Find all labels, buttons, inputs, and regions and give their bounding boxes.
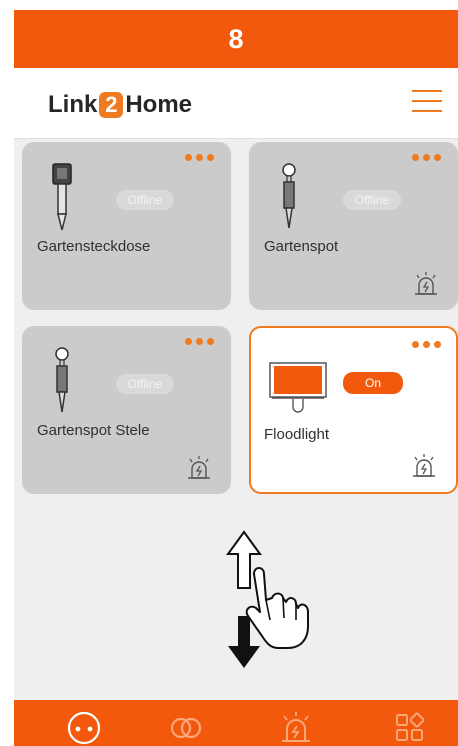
logo-two-badge: 2	[99, 92, 124, 118]
devices-icon[interactable]	[64, 708, 104, 746]
status-badge: Offline	[343, 190, 401, 210]
status-badge[interactable]: On	[343, 372, 403, 394]
device-name: Gartensteckdose	[37, 238, 151, 255]
logo-home-text: Home	[125, 91, 193, 118]
step-number-banner: 8	[14, 10, 458, 68]
bottom-navigation	[14, 700, 458, 746]
link2home-logo: Link 2 Home	[48, 88, 192, 122]
more-options-icon[interactable]	[185, 338, 215, 346]
device-name: Floodlight	[264, 426, 330, 443]
alarm-icon[interactable]	[410, 452, 438, 480]
garden-spot-icon	[282, 163, 296, 229]
device-card-gartenspot[interactable]: Offline Gartenspot	[249, 142, 458, 310]
link-rings-icon[interactable]	[166, 708, 206, 746]
apps-grid-icon[interactable]	[390, 708, 430, 746]
more-options-icon[interactable]	[412, 154, 442, 162]
floodlight-icon	[269, 362, 327, 413]
garden-spot-pole-icon	[55, 347, 69, 413]
device-name: Gartenspot	[264, 238, 339, 255]
phone-screen: 8 Link 2 Home Offline Gartensteckdose Of…	[14, 10, 458, 746]
garden-socket-icon	[52, 163, 72, 231]
step-number: 8	[228, 24, 244, 54]
device-card-gartenspot-stele[interactable]: Offline Gartenspot Stele	[22, 326, 231, 494]
alarm-icon[interactable]	[276, 708, 316, 746]
logo-link-text: Link	[48, 91, 98, 118]
alarm-icon[interactable]	[412, 270, 440, 298]
more-options-icon[interactable]	[412, 341, 442, 349]
device-card-floodlight[interactable]: On Floodlight	[249, 326, 458, 494]
status-badge: Offline	[116, 374, 174, 394]
swipe-up-down-gesture-icon	[226, 530, 309, 668]
device-card-gartensteckdose[interactable]: Offline Gartensteckdose	[22, 142, 231, 310]
alarm-icon[interactable]	[185, 454, 213, 482]
hamburger-menu-icon[interactable]	[412, 88, 442, 114]
device-name: Gartenspot Stele	[37, 422, 150, 439]
more-options-icon[interactable]	[185, 154, 215, 162]
status-badge: Offline	[116, 190, 174, 210]
app-header: Link 2 Home	[14, 68, 458, 139]
